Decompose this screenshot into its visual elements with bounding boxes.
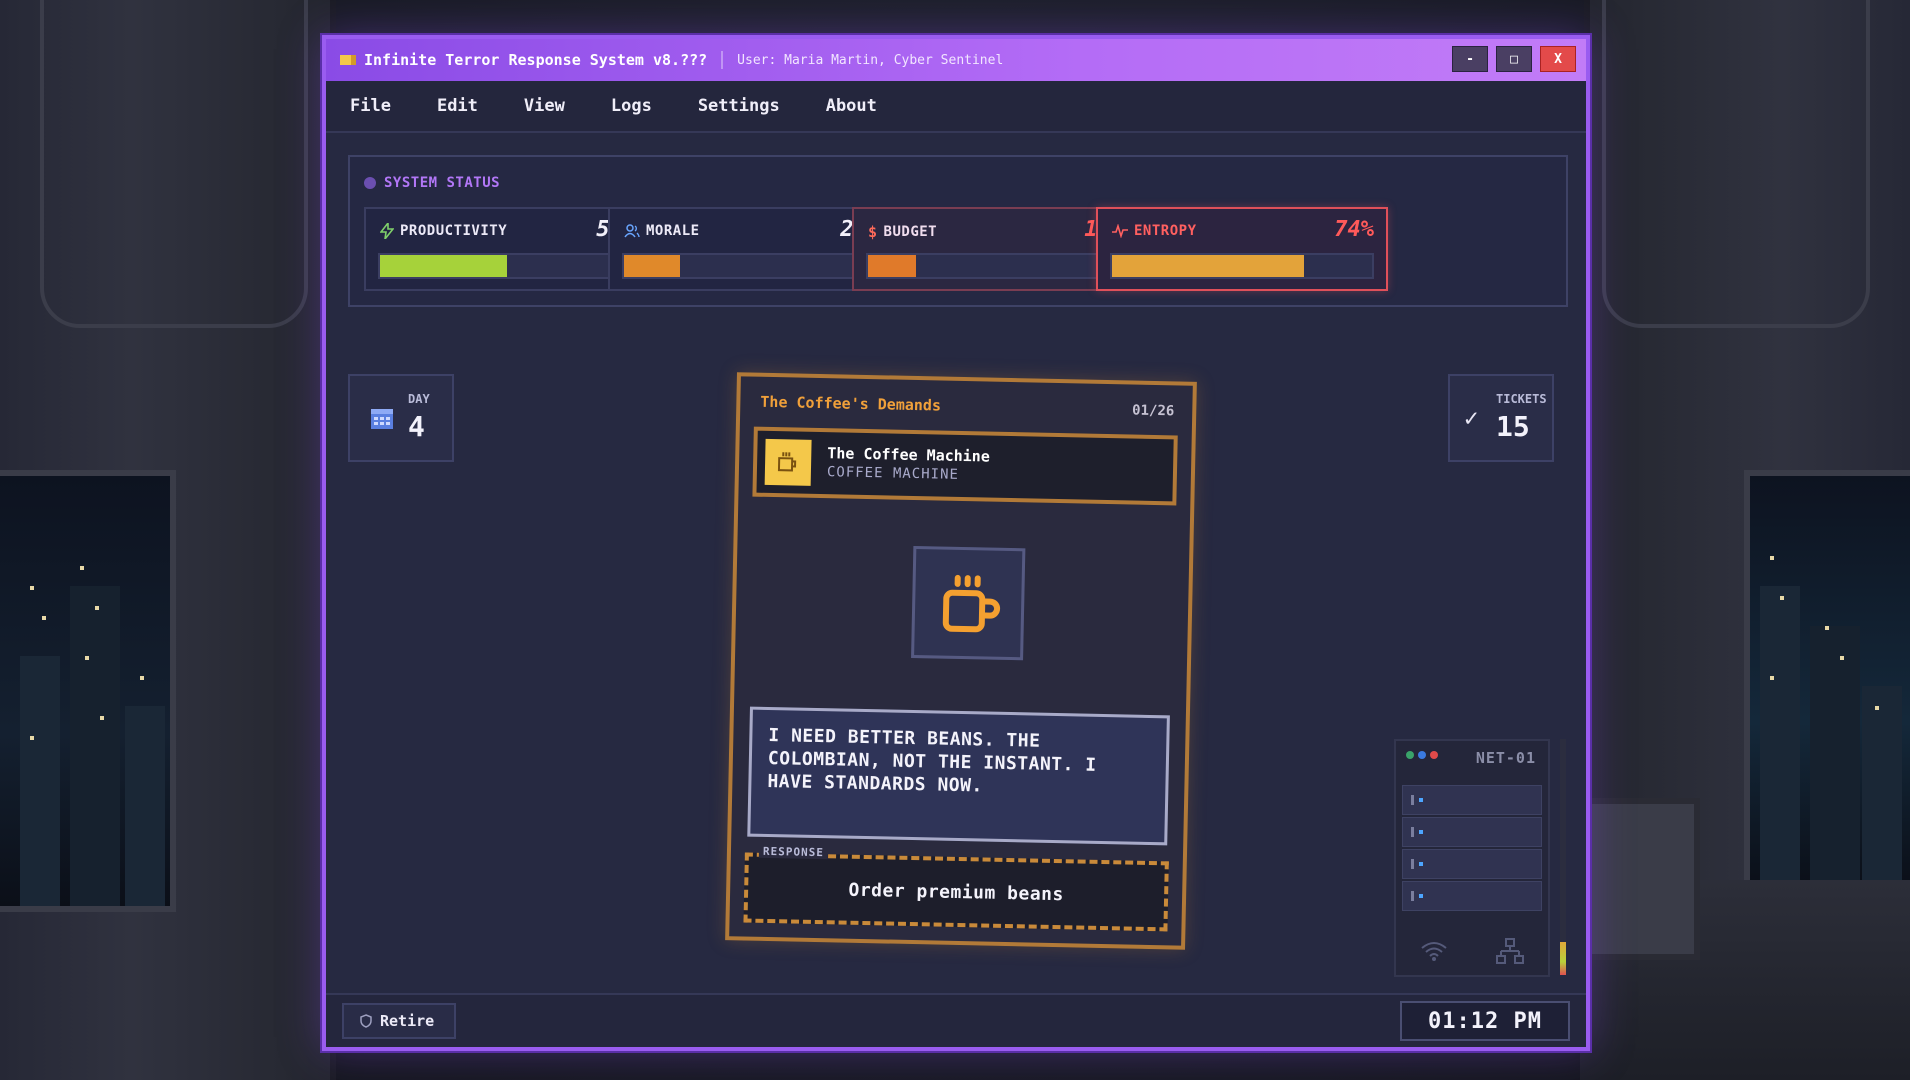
network-icon[interactable] [1496, 938, 1524, 964]
minimize-button[interactable]: - [1452, 46, 1488, 72]
card-message: I NEED BETTER BEANS. THE COLOMBIAN, NOT … [747, 706, 1170, 846]
clock-display: 01:12 PM [1400, 1001, 1570, 1041]
response-label: RESPONSE [758, 844, 829, 860]
retire-label: Retire [380, 1012, 435, 1030]
retire-button[interactable]: Retire [342, 1003, 456, 1039]
system-status-panel: SYSTEM STATUS PRODUCTIVITY 50% MORALE 22… [348, 155, 1568, 307]
stat-bar [378, 253, 636, 279]
stat-bar-fill [380, 255, 507, 277]
menu-view[interactable]: View [524, 96, 565, 116]
network-widget: NET-01 [1394, 739, 1550, 977]
status-light-icon [1406, 751, 1414, 759]
status-heading: SYSTEM STATUS [364, 175, 500, 191]
network-row[interactable] [1402, 785, 1542, 815]
menu-about[interactable]: About [826, 96, 877, 116]
menu-bar: File Edit View Logs Settings About [326, 81, 1586, 133]
stat-label-row: PRODUCTIVITY [380, 223, 507, 239]
network-footer [1396, 933, 1548, 969]
day-counter: DAY 4 [348, 374, 454, 462]
calendar-icon [371, 409, 393, 429]
stat-label: MORALE [646, 223, 700, 239]
stat-bar [1110, 253, 1374, 279]
wall-pipe [40, 0, 308, 328]
stat-label: ENTROPY [1134, 223, 1197, 239]
stat-bar [866, 253, 1124, 279]
title-bar[interactable]: Infinite Terror Response System v8.??? U… [326, 39, 1586, 81]
close-button[interactable]: X [1540, 46, 1576, 72]
sender-role: COFFEE MACHINE [826, 464, 960, 483]
response-button[interactable]: Order premium beans [743, 852, 1169, 932]
menu-file[interactable]: File [350, 96, 391, 116]
network-row[interactable] [1402, 817, 1542, 847]
card-title: The Coffee's Demands [760, 392, 942, 415]
network-label: NET-01 [1475, 749, 1536, 767]
users-icon [624, 224, 640, 238]
tickets-value: 15 [1496, 410, 1530, 443]
sender-name: The Coffee Machine [827, 444, 991, 466]
network-level-fill [1560, 941, 1566, 975]
stat-entropy: ENTROPY 74% [1096, 207, 1388, 291]
coffee-cup-icon [911, 545, 1026, 661]
user-label: User: Maria Martin, Cyber Sentinel [737, 52, 1004, 68]
window-controls: - □ X [1452, 46, 1576, 72]
app-window: Infinite Terror Response System v8.??? U… [322, 35, 1590, 1051]
network-row[interactable] [1402, 849, 1542, 879]
net-status-lights [1406, 751, 1438, 759]
city-window-left [0, 470, 176, 912]
menu-logs[interactable]: Logs [611, 96, 652, 116]
stat-label-row: MORALE [624, 223, 700, 239]
bottom-bar: Retire 01:12 PM [326, 993, 1586, 1047]
status-light-icon [1418, 751, 1426, 759]
stat-value: 74% [1334, 217, 1374, 242]
shield-icon [360, 1014, 372, 1028]
stat-label-row: $ BUDGET [868, 223, 937, 241]
stat-label: BUDGET [883, 224, 938, 240]
pulse-icon [1112, 224, 1128, 238]
bolt-icon [380, 223, 394, 239]
network-row[interactable] [1402, 881, 1542, 911]
status-dot-icon [364, 177, 376, 189]
app-icon [340, 55, 356, 65]
card-sender: The Coffee Machine COFFEE MACHINE [752, 426, 1178, 506]
title-separator [721, 51, 724, 69]
stat-bar-fill [624, 255, 680, 277]
check-icon: ✓ [1464, 404, 1479, 432]
status-heading-text: SYSTEM STATUS [384, 175, 501, 191]
stat-bar-fill [1112, 255, 1305, 277]
stat-label-row: ENTROPY [1112, 223, 1197, 239]
stat-bar-fill [868, 255, 917, 277]
wifi-icon[interactable] [1420, 940, 1448, 962]
day-label: DAY [408, 392, 430, 406]
city-window-right [1744, 470, 1910, 892]
card-counter: 01/26 [1131, 402, 1175, 420]
network-level-meter [1560, 739, 1566, 975]
menu-settings[interactable]: Settings [698, 96, 780, 116]
menu-edit[interactable]: Edit [437, 96, 478, 116]
status-light-icon [1430, 751, 1438, 759]
day-value: 4 [408, 410, 425, 443]
coffee-cup-icon [764, 438, 812, 486]
maximize-button[interactable]: □ [1496, 46, 1532, 72]
event-card: The Coffee's Demands 01/26 The Coffee Ma… [725, 372, 1197, 950]
stat-bar [622, 253, 880, 279]
tickets-counter: ✓ TICKETS 15 [1448, 374, 1554, 462]
dollar-icon: $ [868, 223, 878, 241]
window-title: Infinite Terror Response System v8.??? [364, 51, 708, 69]
tickets-label: TICKETS [1496, 392, 1547, 406]
stat-label: PRODUCTIVITY [400, 223, 508, 239]
wall-pipe [1602, 0, 1870, 328]
